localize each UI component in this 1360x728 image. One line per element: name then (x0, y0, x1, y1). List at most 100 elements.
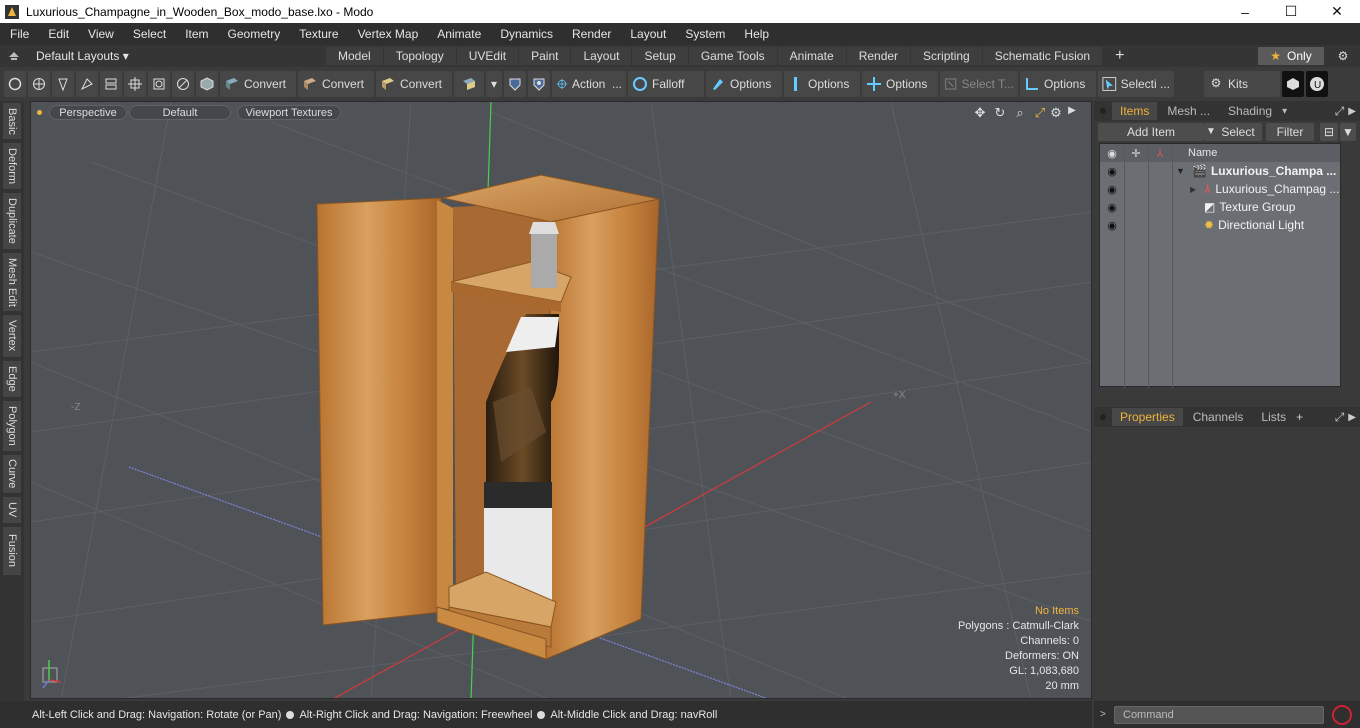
item-row-mesh[interactable]: ◉ ▶ ⅄ Luxurious_Champag ... (1100, 180, 1340, 198)
tab-paint[interactable]: Paint (519, 47, 571, 65)
tab-polygon[interactable]: Polygon (3, 401, 21, 451)
menu-file[interactable]: File (0, 27, 38, 41)
tab-animate[interactable]: Animate (777, 47, 846, 65)
tab-curve[interactable]: Curve (3, 455, 21, 493)
rotate-view-icon[interactable]: ↻ (991, 105, 1009, 121)
pivot-icon[interactable] (148, 71, 170, 97)
mesh-icon[interactable] (196, 71, 218, 97)
filter-button[interactable]: Filter (1266, 123, 1314, 141)
menu-help[interactable]: Help (734, 27, 778, 41)
tab-uv[interactable]: UV (3, 497, 21, 523)
tabs-overflow-chevron-icon[interactable]: ▾ (1282, 106, 1287, 117)
pin-column-icon[interactable]: ⅄ (1148, 147, 1172, 160)
panel-menu-dot-icon[interactable] (1100, 108, 1106, 114)
tab-schematic-fusion[interactable]: Schematic Fusion (982, 47, 1103, 65)
layout-selector[interactable]: Default Layouts ▾ (0, 49, 320, 63)
options-button-1[interactable]: Options (706, 71, 782, 97)
tab-items[interactable]: Items (1112, 102, 1158, 120)
tab-edge[interactable]: Edge (3, 361, 21, 397)
3d-viewport[interactable]: -Z +X Perspective Default Viewport Textu… (30, 101, 1092, 699)
viewport-expand-icon[interactable]: ▶ (1063, 105, 1081, 121)
minimize-button[interactable]: – (1222, 0, 1268, 23)
select-button[interactable]: Select (1214, 123, 1262, 141)
action-center-button[interactable]: Action ... (552, 71, 626, 97)
falloff-button[interactable]: Falloff (628, 71, 704, 97)
shading-mode-dropdown[interactable]: Default (129, 105, 231, 120)
select-through-button[interactable]: Select T... (940, 71, 1018, 97)
tab-layout[interactable]: Layout (571, 47, 632, 65)
move-view-icon[interactable]: ✥ (971, 105, 989, 121)
menu-select[interactable]: Select (123, 27, 175, 41)
tab-uvedit[interactable]: UVEdit (456, 47, 519, 65)
expand-arrow-icon[interactable]: ▶ (1190, 185, 1200, 194)
only-toggle-button[interactable]: ★ Only (1258, 47, 1324, 65)
tab-channels[interactable]: Channels (1185, 408, 1252, 426)
visibility-eye-icon[interactable]: ◉ (1100, 165, 1124, 178)
tab-basic[interactable]: Basic (3, 103, 21, 139)
mesh-type-icon[interactable] (454, 71, 484, 97)
visibility-eye-icon[interactable]: ◉ (1100, 201, 1124, 214)
panel-expand-icon[interactable]: ⤢ (1335, 410, 1345, 425)
unity-icon[interactable] (1282, 71, 1304, 97)
unreal-icon[interactable]: U (1306, 71, 1328, 97)
menu-view[interactable]: View (78, 27, 123, 41)
menu-system[interactable]: System (675, 27, 734, 41)
convert-button-2[interactable]: Convert (298, 71, 374, 97)
select-materials-icon[interactable] (100, 71, 122, 97)
tab-game-tools[interactable]: Game Tools (688, 47, 777, 65)
menu-animate[interactable]: Animate (427, 27, 490, 41)
command-input[interactable]: Command (1114, 705, 1324, 724)
tab-topology[interactable]: Topology (383, 47, 456, 65)
add-tab-button[interactable]: + (1296, 410, 1303, 424)
select-edges-icon[interactable] (28, 71, 50, 97)
symmetry-icon[interactable] (504, 71, 526, 97)
edge-mode-icon[interactable] (172, 71, 194, 97)
item-row-directional-light[interactable]: ◉ ✹ Directional Light (1100, 216, 1340, 234)
panel-menu-arrow-icon[interactable]: ▶ (1348, 106, 1356, 117)
kits-button[interactable]: ⚙ Kits (1204, 71, 1280, 97)
menu-vertex-map[interactable]: Vertex Map (348, 27, 428, 41)
menu-geometry[interactable]: Geometry (218, 27, 290, 41)
select-items-icon[interactable] (76, 71, 98, 97)
item-row-scene[interactable]: ◉ ▼ 🎬 Luxurious_Champa ... (1100, 162, 1340, 180)
selection-button[interactable]: Selecti ... (1098, 71, 1174, 97)
tab-mesh[interactable]: Mesh ... (1159, 102, 1218, 120)
collapse-all-icon[interactable]: ⊟ (1320, 123, 1338, 141)
lock-column-icon[interactable]: ✛ (1124, 147, 1148, 160)
expand-arrow-icon[interactable]: ▼ (1176, 166, 1186, 176)
visibility-eye-icon[interactable]: ◉ (1100, 219, 1124, 232)
options-button-4[interactable]: Options (1020, 71, 1096, 97)
tab-shading[interactable]: Shading (1220, 102, 1280, 120)
convert-button-1[interactable]: Convert (220, 71, 296, 97)
tab-fusion[interactable]: Fusion (3, 527, 21, 575)
select-vertices-icon[interactable] (4, 71, 26, 97)
tab-duplicate[interactable]: Duplicate (3, 193, 21, 249)
options-button-2[interactable]: Options (784, 71, 860, 97)
zoom-view-icon[interactable]: ⌕ (1011, 105, 1029, 121)
command-record-icon[interactable] (1332, 704, 1352, 725)
add-layout-tab-button[interactable]: + (1103, 47, 1136, 65)
chevron-down-icon[interactable]: ▾ (486, 71, 502, 97)
tab-vertex[interactable]: Vertex (3, 315, 21, 357)
menu-item[interactable]: Item (175, 27, 217, 41)
menu-render[interactable]: Render (562, 27, 620, 41)
tab-deform[interactable]: Deform (3, 143, 21, 189)
select-polygons-icon[interactable] (52, 71, 74, 97)
gear-icon[interactable]: ⚙ (1332, 49, 1354, 63)
name-column-header[interactable]: Name (1188, 147, 1217, 159)
visibility-eye-icon[interactable]: ◉ (1100, 183, 1124, 196)
perspective-view-dropdown[interactable]: Perspective (49, 105, 127, 120)
menu-texture[interactable]: Texture (289, 27, 347, 41)
tab-model[interactable]: Model (326, 47, 383, 65)
filter-funnel-icon[interactable]: ▼ (1340, 123, 1356, 141)
menu-edit[interactable]: Edit (38, 27, 78, 41)
close-button[interactable]: ✕ (1314, 0, 1360, 23)
panel-menu-arrow-icon[interactable]: ▶ (1348, 412, 1356, 423)
add-item-button[interactable]: Add Item (1098, 123, 1204, 141)
convert-button-3[interactable]: Convert (376, 71, 452, 97)
tab-properties[interactable]: Properties (1112, 408, 1183, 426)
tab-lists[interactable]: Lists (1253, 408, 1294, 426)
panel-expand-icon[interactable]: ⤢ (1335, 104, 1345, 119)
tab-render[interactable]: Render (846, 47, 911, 65)
menu-layout[interactable]: Layout (620, 27, 675, 41)
